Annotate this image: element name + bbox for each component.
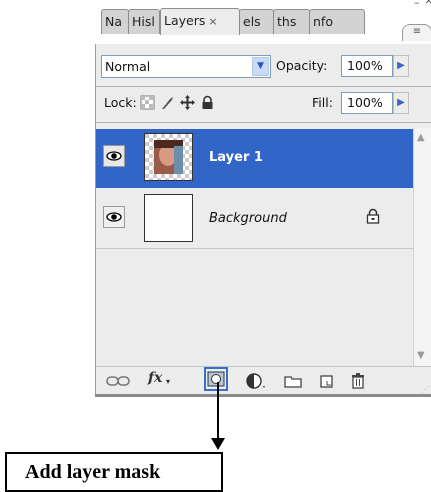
- blend-mode-value: Normal: [105, 59, 151, 74]
- new-group-folder-icon[interactable]: [283, 372, 303, 390]
- layer-style-fx-button[interactable]: fx: [148, 370, 162, 386]
- chevron-down-icon: ▾: [166, 377, 171, 386]
- add-layer-mask-callout: Add layer mask: [5, 452, 223, 492]
- tab-label: nfo: [313, 14, 333, 29]
- lock-transparent-pixels-icon[interactable]: [140, 95, 155, 110]
- visibility-eye-icon[interactable]: [103, 145, 125, 167]
- tab-info[interactable]: nfo: [309, 9, 365, 34]
- lock-label: Lock:: [104, 95, 137, 110]
- fill-label: Fill:: [312, 95, 333, 110]
- tab-label: Na: [105, 14, 123, 29]
- divider: [96, 86, 431, 87]
- fill-slider-arrow-icon[interactable]: ▶: [393, 92, 409, 114]
- link-layers-icon[interactable]: [106, 372, 130, 390]
- opacity-label: Opacity:: [276, 58, 328, 73]
- tab-navigator[interactable]: Na: [101, 9, 129, 34]
- panel-menu-icon: ≡: [412, 26, 422, 37]
- callout-arrowhead: [211, 438, 225, 450]
- adjustment-layer-icon[interactable]: [246, 372, 268, 390]
- layer-thumbnail[interactable]: [144, 133, 193, 181]
- callout-pointer-line: [217, 382, 219, 442]
- tab-paths[interactable]: ths: [273, 9, 310, 34]
- layer-row-background[interactable]: Background: [96, 190, 413, 249]
- tab-channels[interactable]: els: [239, 9, 274, 34]
- layer-row-layer-1[interactable]: Layer 1: [96, 129, 413, 188]
- layers-toolbar: fx ▾ ⋰: [96, 366, 431, 395]
- opacity-field[interactable]: 100%: [341, 55, 393, 77]
- layer-thumbnail[interactable]: [144, 194, 193, 242]
- new-layer-icon[interactable]: [318, 372, 336, 390]
- chevron-down-icon[interactable]: ▼: [252, 57, 269, 76]
- blend-mode-select[interactable]: Normal ▼: [101, 55, 271, 78]
- trash-icon[interactable]: [350, 372, 366, 390]
- tab-label: ths: [277, 14, 297, 29]
- divider: [96, 122, 431, 123]
- layer-name[interactable]: Layer 1: [209, 150, 263, 165]
- lock-all-icon[interactable]: [200, 95, 215, 110]
- add-layer-mask-button[interactable]: [204, 367, 228, 391]
- close-icon[interactable]: ×: [424, 0, 431, 7]
- layer-mask-icon: [207, 371, 225, 387]
- tab-label: Hisl: [132, 14, 155, 29]
- panel-bottom-edge: [95, 394, 431, 397]
- scroll-down-icon[interactable]: ▼: [417, 350, 425, 361]
- visibility-eye-icon[interactable]: [103, 206, 125, 228]
- lock-position-icon[interactable]: [180, 95, 195, 110]
- tab-close-icon[interactable]: ×: [208, 15, 217, 28]
- tab-label: els: [243, 14, 261, 29]
- tab-history[interactable]: Hisl: [128, 9, 160, 34]
- tab-layers[interactable]: Layers ×: [160, 8, 240, 35]
- layer-name[interactable]: Background: [209, 211, 287, 226]
- lock-icon: [366, 208, 380, 224]
- layers-scrollbar[interactable]: ▲ ▼: [413, 128, 431, 366]
- fill-field[interactable]: 100%: [341, 92, 393, 114]
- lock-image-pixels-icon[interactable]: [160, 95, 175, 110]
- panel-menu-button[interactable]: ≡: [402, 24, 431, 41]
- resize-grip-icon[interactable]: ⋰: [421, 385, 429, 394]
- scroll-up-icon[interactable]: ▲: [417, 132, 425, 143]
- tab-label: Layers: [164, 13, 206, 28]
- minimize-icon[interactable]: –: [414, 0, 420, 9]
- opacity-slider-arrow-icon[interactable]: ▶: [393, 55, 409, 77]
